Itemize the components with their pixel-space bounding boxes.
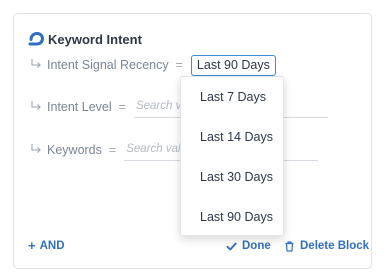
filter-label: Intent Signal Recency bbox=[47, 58, 169, 72]
delete-block-label: Delete Block bbox=[300, 240, 370, 252]
return-arrow-icon bbox=[30, 57, 42, 69]
block-header: Keyword Intent bbox=[28, 30, 142, 48]
add-and-button[interactable]: + AND bbox=[28, 238, 65, 254]
return-arrow-icon bbox=[30, 142, 42, 154]
brand-logo-icon bbox=[28, 31, 45, 46]
operator-equals: = bbox=[108, 143, 117, 157]
dropdown-option-last-30-days[interactable]: Last 30 Days bbox=[181, 157, 283, 197]
dropdown-option-last-7-days[interactable]: Last 7 Days bbox=[181, 77, 283, 117]
dropdown-option-last-90-days[interactable]: Last 90 Days bbox=[181, 197, 283, 237]
recency-dropdown-menu: Last 7 Days Last 14 Days Last 30 Days La… bbox=[180, 76, 284, 236]
recency-select[interactable]: Last 90 Days bbox=[190, 54, 276, 76]
operator-equals: = bbox=[118, 100, 126, 114]
done-button[interactable]: Done bbox=[226, 238, 271, 254]
filter-label: Keywords bbox=[47, 143, 102, 157]
filter-label: Intent Level bbox=[47, 100, 112, 114]
filter-row-intent-signal-recency: Intent Signal Recency = Last 90 Days bbox=[30, 54, 276, 76]
delete-block-button[interactable]: Delete Block bbox=[284, 238, 369, 254]
done-label: Done bbox=[242, 240, 271, 252]
operator-equals: = bbox=[175, 58, 183, 72]
checkmark-icon bbox=[226, 241, 237, 252]
trash-icon bbox=[284, 240, 295, 252]
dropdown-option-last-14-days[interactable]: Last 14 Days bbox=[181, 117, 283, 157]
block-title: Keyword Intent bbox=[48, 31, 142, 47]
add-and-label: AND bbox=[39, 240, 65, 252]
plus-icon: + bbox=[28, 238, 36, 253]
return-arrow-icon bbox=[30, 99, 42, 111]
